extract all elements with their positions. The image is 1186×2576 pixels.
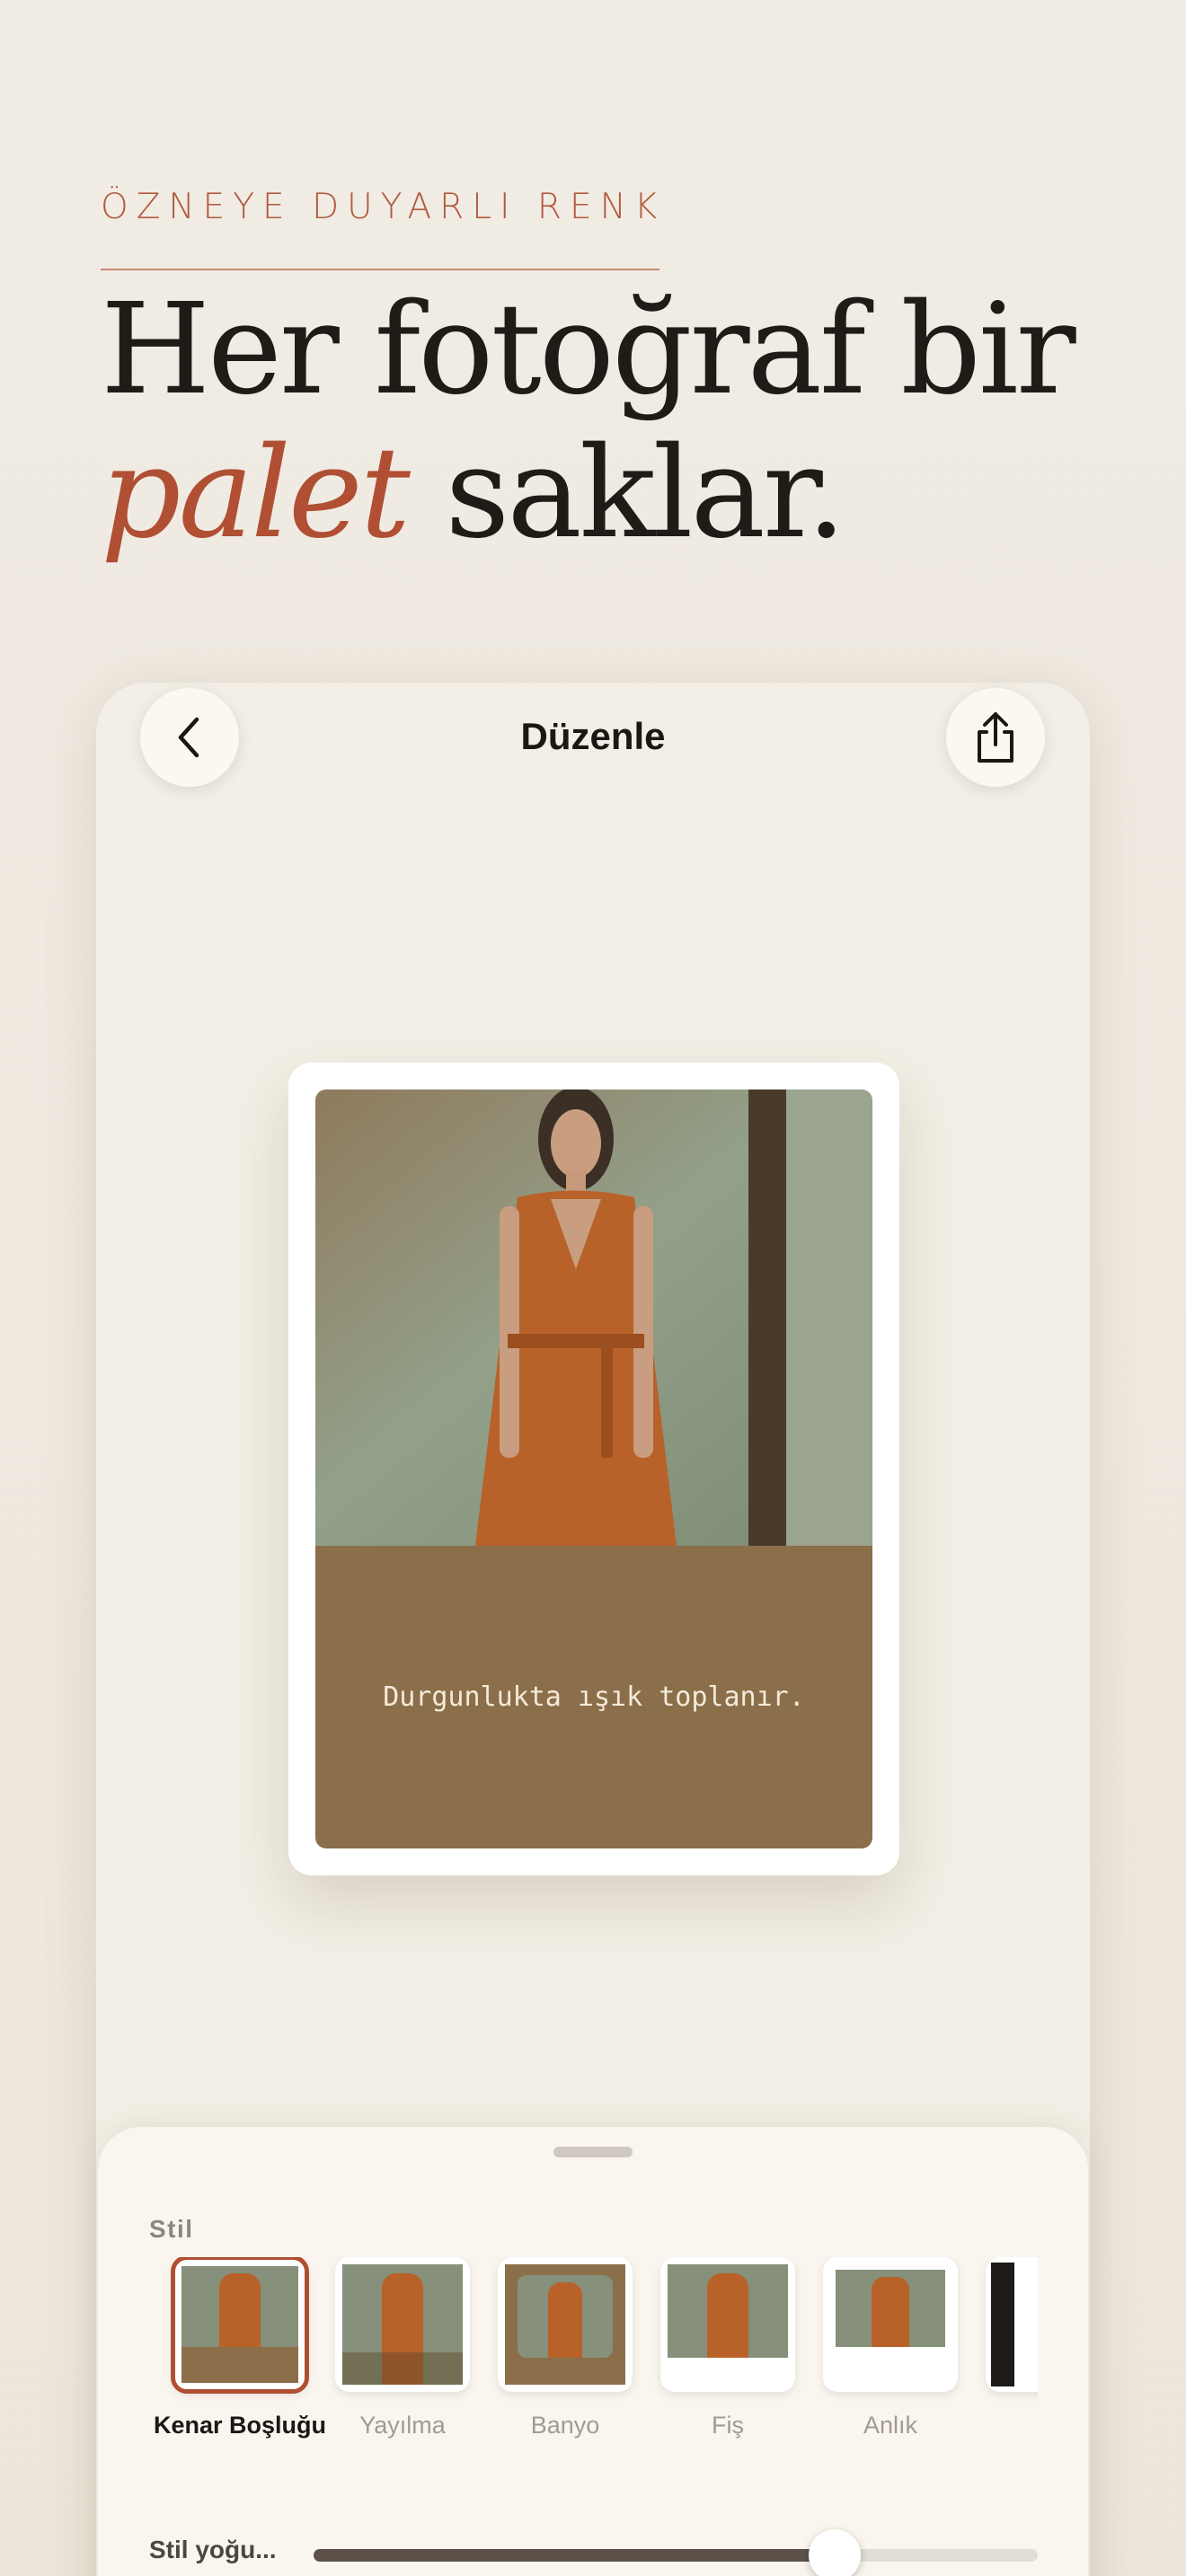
screen-title: Düzenle [520, 715, 666, 757]
sheet-handle[interactable] [553, 2147, 633, 2157]
style-option-yayilma[interactable]: Yayılma [335, 2257, 470, 2439]
eyebrow-divider [101, 269, 659, 270]
style-option-kenar-boslugu[interactable]: Kenar Boşluğu [154, 2257, 326, 2439]
style-thumb-yayilma [335, 2257, 470, 2392]
style-thumb-banyo [498, 2257, 633, 2392]
style-thumb-anlik [823, 2257, 958, 2392]
caption-text: Durgunlukta ışık toplanır. [383, 1681, 805, 1713]
share-icon [978, 712, 1013, 763]
headline-rest: saklar. [407, 420, 845, 567]
style-name: Anlık [863, 2412, 918, 2439]
eyebrow-label: ÖZNEYE DUYARLI RENK [101, 187, 666, 227]
style-name: Banyo [530, 2412, 600, 2439]
photo-card[interactable]: Durgunlukta ışık toplanır. [288, 1063, 899, 1875]
headline-line-2: palet saklar. [101, 422, 1074, 566]
style-option-fis[interactable]: Fiş [660, 2257, 795, 2439]
style-name: Kenar Boşluğu [153, 2412, 327, 2439]
style-name: Yayılma [359, 2412, 446, 2439]
style-section-label: Stil [149, 2215, 194, 2243]
intensity-label: Stil yoğu... [149, 2536, 277, 2563]
style-picker: Kenar Boşluğu Yayılma Banyo Fiş Anlık [98, 2257, 1088, 2473]
style-option-banyo[interactable]: Banyo [498, 2257, 633, 2439]
style-thumb-fis [660, 2257, 795, 2392]
phone-frame: Düzenle Durgunlukta ışık toplanır. Stil … [96, 683, 1090, 2576]
portrait-photo [315, 1090, 872, 1546]
style-sheet: Stil Kenar Boşluğu Yayılma Banyo Fiş Anl… [98, 2127, 1088, 2576]
intensity-fill [314, 2549, 836, 2562]
headline-line-1: Her fotoğraf bir [101, 277, 1076, 423]
intensity-slider[interactable] [314, 2529, 1038, 2576]
style-picker-fade [1038, 2257, 1088, 2473]
headline-accent-word: palet [101, 420, 411, 567]
headline: Her fotoğraf bir palet saklar. [101, 277, 1076, 566]
style-name: Fiş [712, 2412, 744, 2439]
style-thumb-kenar-boslugu [171, 2257, 309, 2394]
intensity-knob[interactable] [809, 2529, 862, 2576]
caption-block: Durgunlukta ışık toplanır. [315, 1546, 872, 1848]
style-option-anlik[interactable]: Anlık [823, 2257, 958, 2439]
share-button[interactable] [946, 688, 1045, 787]
